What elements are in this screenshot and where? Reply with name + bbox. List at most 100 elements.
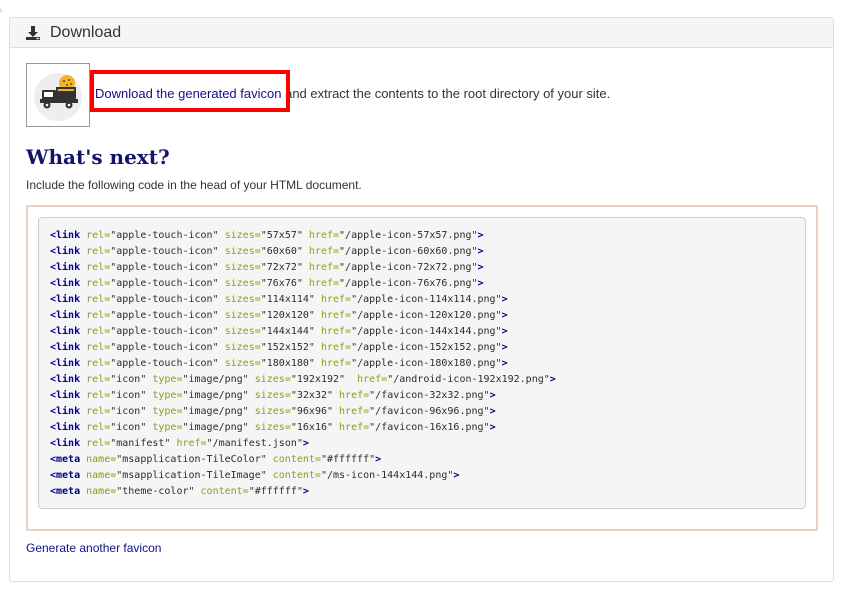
code-token-attr: href= <box>333 422 370 433</box>
code-token-attr: sizes= <box>218 230 261 241</box>
code-token-attr: rel= <box>80 438 111 449</box>
panel-heading: Download <box>10 18 833 48</box>
download-favicon-link[interactable]: Download the generated favicon <box>95 86 281 101</box>
code-line: <link rel="apple-touch-icon" sizes="180x… <box>50 356 794 372</box>
code-token-attr: href= <box>345 374 388 385</box>
code-token-attr: type= <box>146 406 183 417</box>
code-token-val: "32x32" <box>290 390 334 401</box>
code-token-attr: sizes= <box>218 358 261 369</box>
code-token-attr: sizes= <box>248 374 291 385</box>
code-token-val: "/apple-icon-114x114.png" <box>351 294 502 305</box>
code-token-attr: href= <box>314 310 352 321</box>
code-token-tag: > <box>501 294 508 305</box>
code-token-attr: content= <box>266 454 321 465</box>
code-token-attr: name= <box>80 454 117 465</box>
code-token-attr: sizes= <box>218 310 261 321</box>
code-token-val: "114x114" <box>260 294 315 305</box>
code-token-tag: <link <box>50 294 81 305</box>
code-token-val: "/android-icon-192x192.png" <box>387 374 550 385</box>
code-token-attr: rel= <box>80 422 111 433</box>
code-token-tag: > <box>501 342 508 353</box>
code-token-val: "apple-touch-icon" <box>110 246 219 257</box>
truck-icon <box>34 73 82 121</box>
code-token-attr: sizes= <box>218 326 261 337</box>
code-token-val: "#ffffff" <box>320 454 376 465</box>
code-token-val: "/apple-icon-76x76.png" <box>339 278 478 289</box>
include-code-instructions: Include the following code in the head o… <box>26 178 362 192</box>
code-token-val: "apple-touch-icon" <box>110 358 219 369</box>
code-token-val: "msapplication-TileColor" <box>116 454 267 465</box>
code-token-tag: <meta <box>50 470 81 481</box>
code-token-val: "apple-touch-icon" <box>110 262 219 273</box>
code-token-val: "/favicon-96x96.png" <box>369 406 490 417</box>
code-token-val: "icon" <box>110 374 147 385</box>
code-token-tag: <meta <box>50 486 81 497</box>
code-token-val: "apple-touch-icon" <box>110 294 219 305</box>
code-token-val: "96x96" <box>290 406 334 417</box>
code-line: <link rel="apple-touch-icon" sizes="76x7… <box>50 276 794 292</box>
code-token-val: "120x120" <box>260 310 315 321</box>
code-token-attr: rel= <box>80 406 111 417</box>
code-token-val: "apple-touch-icon" <box>110 310 219 321</box>
code-token-tag: > <box>477 262 484 273</box>
code-token-val: "apple-touch-icon" <box>110 342 219 353</box>
code-token-tag: > <box>501 326 508 337</box>
code-token-attr: href= <box>302 246 340 257</box>
code-token-attr: rel= <box>80 230 111 241</box>
code-token-val: "/apple-icon-152x152.png" <box>351 342 502 353</box>
code-token-tag: <link <box>50 390 81 401</box>
code-token-attr: href= <box>333 390 370 401</box>
generate-another-link[interactable]: Generate another favicon <box>26 541 161 555</box>
code-token-tag: <link <box>50 374 81 385</box>
code-token-attr: sizes= <box>248 406 291 417</box>
code-token-val: "144x144" <box>260 326 315 337</box>
code-token-attr: sizes= <box>218 246 261 257</box>
code-token-val: "image/png" <box>182 374 249 385</box>
code-token-tag: <link <box>50 278 81 289</box>
code-token-val: "192x192" <box>290 374 346 385</box>
code-line: <link rel="apple-touch-icon" sizes="60x6… <box>50 244 794 260</box>
code-token-val: "icon" <box>110 390 147 401</box>
code-token-attr: rel= <box>80 390 111 401</box>
code-token-val: "msapplication-TileImage" <box>116 470 267 481</box>
code-token-val: "image/png" <box>182 390 249 401</box>
code-token-val: "#ffffff" <box>248 486 303 497</box>
code-token-attr: name= <box>80 470 117 481</box>
code-token-val: "/favicon-16x16.png" <box>369 422 490 433</box>
code-token-attr: href= <box>314 326 352 337</box>
code-block[interactable]: <link rel="apple-touch-icon" sizes="57x5… <box>38 217 806 509</box>
code-token-val: "theme-color" <box>116 486 195 497</box>
code-token-attr: href= <box>314 358 352 369</box>
code-token-val: "/apple-icon-180x180.png" <box>351 358 502 369</box>
code-token-tag: > <box>302 486 309 497</box>
code-token-attr: rel= <box>80 326 111 337</box>
code-token-val: "apple-touch-icon" <box>110 230 219 241</box>
code-token-attr: sizes= <box>218 342 261 353</box>
code-token-tag: > <box>477 230 484 241</box>
code-token-attr: type= <box>146 390 183 401</box>
code-line: <link rel="manifest" href="/manifest.jso… <box>50 436 794 452</box>
download-rest-text: and extract the contents to the root dir… <box>285 86 611 101</box>
code-token-val: "152x152" <box>260 342 315 353</box>
code-token-attr: name= <box>80 486 117 497</box>
code-token-attr: content= <box>266 470 321 481</box>
code-token-tag: > <box>453 470 460 481</box>
code-token-tag: > <box>549 374 556 385</box>
code-token-tag: <link <box>50 326 81 337</box>
code-token-attr: rel= <box>80 310 111 321</box>
download-icon <box>25 25 41 41</box>
code-line: <link rel="icon" type="image/png" sizes=… <box>50 388 794 404</box>
code-token-attr: rel= <box>80 342 111 353</box>
code-token-val: "57x57" <box>260 230 303 241</box>
code-token-tag: <link <box>50 262 81 273</box>
code-token-tag: <link <box>50 438 81 449</box>
code-token-val: "/apple-icon-57x57.png" <box>339 230 478 241</box>
code-token-attr: href= <box>170 438 207 449</box>
code-token-attr: type= <box>146 374 183 385</box>
code-token-val: "/apple-icon-144x144.png" <box>351 326 502 337</box>
code-line: <link rel="apple-touch-icon" sizes="57x5… <box>50 228 794 244</box>
code-token-tag: <link <box>50 406 81 417</box>
code-token-attr: href= <box>302 278 340 289</box>
code-token-tag: <link <box>50 310 81 321</box>
code-token-attr: sizes= <box>248 390 291 401</box>
